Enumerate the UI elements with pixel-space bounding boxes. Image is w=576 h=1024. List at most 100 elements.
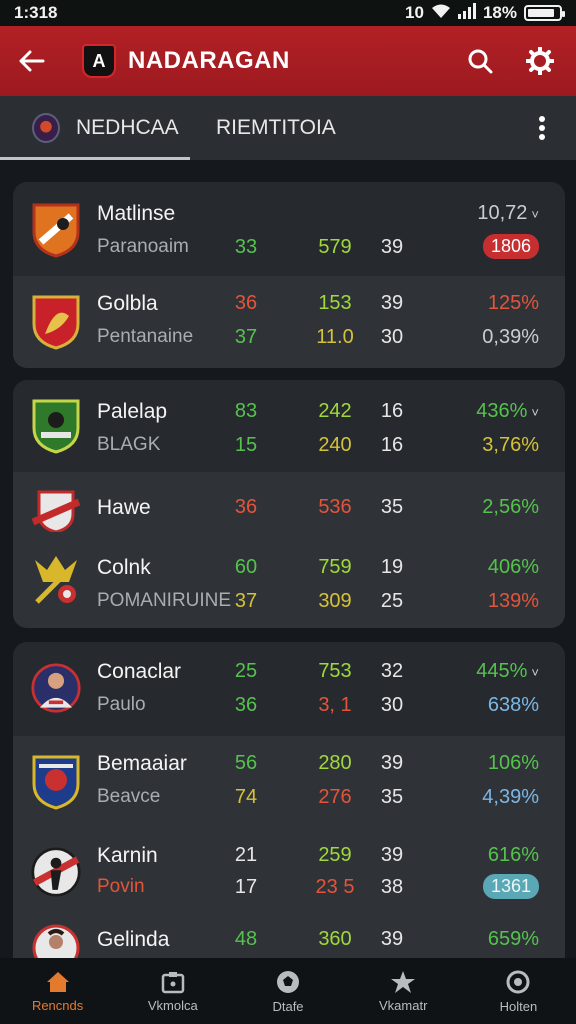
app-title: NADARAGAN <box>128 47 290 74</box>
team-name: Karnin <box>97 844 158 867</box>
team-subtitle: Beavce <box>97 786 161 807</box>
group-card: Palelap BLAGK 83 15 242 240 16 16 436% ˅ … <box>13 380 565 628</box>
wifi-icon <box>431 3 451 24</box>
stat-col-1: 17 <box>234 876 258 898</box>
stat-col-4: 2,56% <box>482 496 539 518</box>
stat-col-3: 39 <box>380 844 404 866</box>
search-icon <box>468 49 493 74</box>
stat-col-4: 4,39% <box>482 786 539 808</box>
back-button[interactable] <box>16 45 48 77</box>
team-crest-icon <box>32 755 80 810</box>
team-name: Golbla <box>97 292 158 315</box>
chevron-down-icon[interactable]: ˅ <box>531 207 539 222</box>
team-crest-icon <box>32 399 80 454</box>
battery-percent: 18% <box>482 3 517 22</box>
signal-icon <box>457 2 476 24</box>
stat-col-1: 74 <box>234 786 258 808</box>
club-crest-icon <box>32 113 60 143</box>
nav-item-folder[interactable]: Vkmolca <box>115 958 230 1024</box>
stat-col-2: 276 <box>318 786 352 808</box>
stat-col-3: 39 <box>380 928 404 950</box>
search-button[interactable] <box>460 41 500 81</box>
stat-col-1: 25 <box>234 660 258 682</box>
team-subtitle: BLAGK <box>97 434 161 455</box>
team-row[interactable]: Bemaaiar Beavce 56 74 280 276 39 35 106%… <box>13 736 565 828</box>
more-options-button[interactable] <box>522 115 562 141</box>
app-bar: A NADARAGAN <box>0 26 576 96</box>
home-icon <box>46 971 69 992</box>
team-row[interactable]: Matlinse Paranoaim 33 579 39 10,72 ˅ 1806 <box>13 182 565 276</box>
stat-col-1: 60 <box>234 556 258 578</box>
stat-col-4: 436% ˅ <box>476 400 539 422</box>
stat-col-3: 32 <box>380 660 404 682</box>
stat-badge: 1806 <box>482 234 539 259</box>
team-row[interactable]: Palelap BLAGK 83 15 242 240 16 16 436% ˅ … <box>13 380 565 472</box>
ball-icon <box>277 970 299 993</box>
stat-col-2: 309 <box>318 590 352 612</box>
stat-col-2: 759 <box>318 556 352 578</box>
stat-col-3: 30 <box>380 694 404 716</box>
settings-button[interactable] <box>520 41 560 81</box>
stat-col-4: 616% <box>487 844 539 866</box>
tab-label: RIEMTITOIA <box>216 116 336 139</box>
stat-col-2: 11.0 <box>316 326 354 348</box>
team-row[interactable]: Conaclar Paulo 25 36 753 3, 1 32 30 445%… <box>13 642 565 736</box>
chevron-down-icon[interactable]: ˅ <box>531 665 539 680</box>
stat-col-2: 240 <box>318 434 352 456</box>
stat-col-3: 38 <box>380 876 404 898</box>
team-row[interactable]: Golbla Pentanaine 36 37 153 11.0 39 30 1… <box>13 276 565 368</box>
stat-col-1: 36 <box>234 496 258 518</box>
team-row[interactable]: Colnk POMANIRUINE 60 37 759 309 19 25 40… <box>13 532 565 628</box>
settings-circle-icon <box>506 970 530 993</box>
stat-col-1: 36 <box>234 694 258 716</box>
app-logo: A <box>82 44 116 78</box>
nav-label: Vkamatr <box>379 997 428 1013</box>
stat-col-1: 48 <box>234 928 258 950</box>
stat-col-4: 106% <box>487 752 539 774</box>
stat-col-2: 753 <box>318 660 352 682</box>
team-row[interactable]: Karnin Povin 21 17 259 23 5 39 38 616% 1… <box>13 828 565 914</box>
chevron-down-icon[interactable]: ˅ <box>531 405 539 420</box>
gear-icon <box>526 47 554 75</box>
tab-nedhcaa[interactable]: NEDHCAA <box>0 96 190 160</box>
stat-col-1: 37 <box>234 326 258 348</box>
stat-col-3: 39 <box>380 292 404 314</box>
stat-col-4: 638% <box>487 694 539 716</box>
team-name: Hawe <box>97 496 151 519</box>
stat-col-2: 360 <box>318 928 352 950</box>
team-subtitle: Paranoaim <box>97 236 189 257</box>
nav-item-ball[interactable]: Dtafe <box>230 958 345 1024</box>
team-crest-icon <box>32 203 80 258</box>
stat-col-4: 3,76% <box>482 434 539 456</box>
team-name: Matlinse <box>97 202 176 225</box>
stat-col-2: 280 <box>318 752 352 774</box>
status-time: 1:318 <box>14 3 58 22</box>
stat-col-3: 16 <box>380 434 404 456</box>
stat-badge: 1361 <box>482 874 539 899</box>
team-row[interactable]: Hawe 36 536 35 2,56% <box>13 472 565 534</box>
stat-col-4: 445% ˅ <box>476 660 539 682</box>
tab-bar: NEDHCAA RIEMTITOIA <box>0 96 576 160</box>
nav-item-settings[interactable]: Holten <box>461 958 576 1024</box>
nav-item-home[interactable]: Rencnds <box>0 958 115 1024</box>
team-crest-icon <box>35 556 77 604</box>
stat-col-4: 659% <box>487 928 539 950</box>
stat-col-3: 30 <box>380 326 404 348</box>
stat-col-2: 23 5 <box>315 876 355 898</box>
bottom-navigation: Rencnds Vkmolca Dtafe Vkamatr Holten <box>0 958 576 1024</box>
stat-col-2: 153 <box>318 292 352 314</box>
standings-list: Matlinse Paranoaim 33 579 39 10,72 ˅ 1806… <box>0 160 576 960</box>
status-bar: 1:318 10 18% <box>0 0 576 26</box>
stat-col-3: 25 <box>380 590 404 612</box>
folder-icon <box>161 971 185 993</box>
team-crest-icon <box>31 847 81 897</box>
tab-riemtitoia[interactable]: RIEMTITOIA <box>216 96 522 160</box>
stat-col-3: 35 <box>380 786 404 808</box>
arrow-left-icon <box>19 50 45 72</box>
stat-col-1: 15 <box>234 434 258 456</box>
team-row[interactable]: Gelinda 48 360 39 659% <box>13 914 565 960</box>
stat-col-1: 33 <box>234 236 258 258</box>
team-crest-icon <box>32 295 80 350</box>
team-name: Conaclar <box>97 660 182 683</box>
nav-item-star[interactable]: Vkamatr <box>346 958 461 1024</box>
